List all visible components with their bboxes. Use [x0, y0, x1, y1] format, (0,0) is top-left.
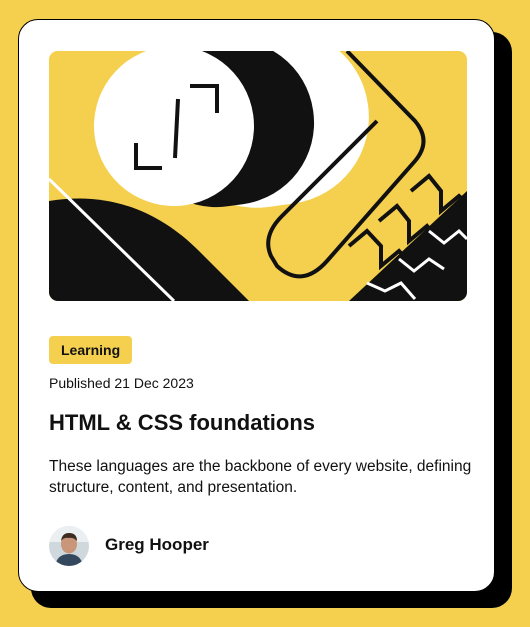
publish-date: Published 21 Dec 2023: [49, 375, 194, 391]
card-title[interactable]: HTML & CSS foundations: [49, 410, 315, 436]
category-badge: Learning: [49, 336, 133, 364]
blog-preview-card: Learning Published 21 Dec 2023 HTML & CS…: [18, 19, 495, 592]
hero-illustration: [49, 51, 467, 301]
card-description: These languages are the backbone of ever…: [49, 458, 472, 496]
author-avatar: [49, 526, 89, 566]
author-name: Greg Hooper: [105, 535, 209, 554]
